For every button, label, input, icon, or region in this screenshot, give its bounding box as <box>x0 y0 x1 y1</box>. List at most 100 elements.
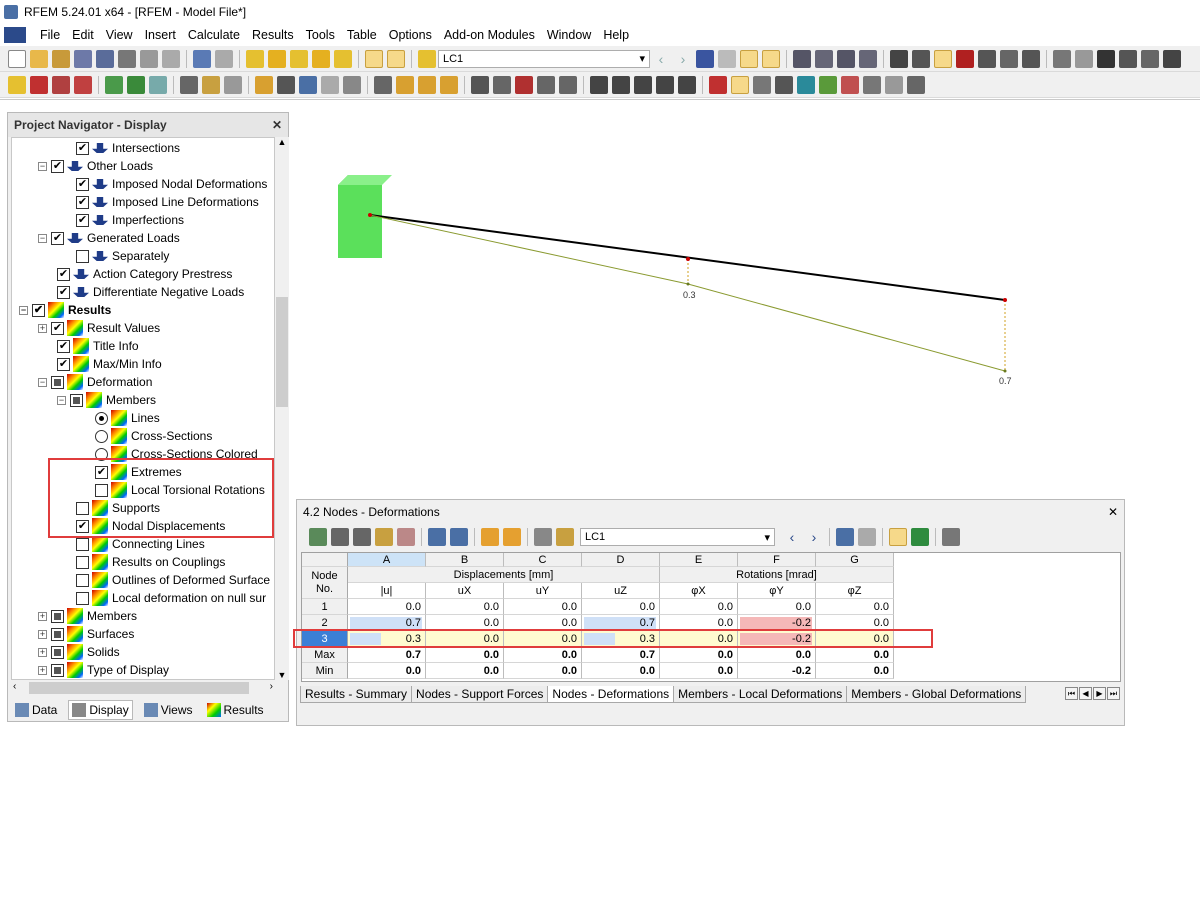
tree-item-deformation-members[interactable]: − Members <box>57 391 156 409</box>
node-icon[interactable] <box>1053 49 1071 68</box>
node-2[interactable] <box>1003 298 1007 302</box>
table-export-icon[interactable] <box>374 75 392 94</box>
expand-icon[interactable]: + <box>38 665 47 675</box>
checkbox[interactable] <box>51 627 64 641</box>
rotate-icon[interactable] <box>1163 49 1181 68</box>
zoom-previous-icon[interactable] <box>515 75 533 94</box>
menu-add-on-modules[interactable]: Add-on Modules <box>438 28 541 42</box>
table-view-icon[interactable] <box>836 528 854 546</box>
new-node-icon[interactable] <box>8 75 26 94</box>
cell-phix[interactable]: 0.0 <box>660 647 738 663</box>
checkbox[interactable]: ✔ <box>51 159 64 173</box>
tab-results[interactable]: Results <box>204 701 267 719</box>
cell-uy[interactable]: 0.0 <box>504 663 582 679</box>
table-color-scale-icon[interactable] <box>889 528 907 546</box>
checkbox[interactable]: ✔ <box>57 339 70 353</box>
show-values-icon[interactable] <box>718 49 736 68</box>
tree-item-max-min-info[interactable]: ✔ Max/Min Info <box>57 355 162 373</box>
support-reactions-icon[interactable] <box>837 49 855 68</box>
result-values-icon[interactable] <box>762 49 780 68</box>
open-example-icon[interactable] <box>52 49 70 68</box>
menu-results[interactable]: Results <box>246 28 300 42</box>
view-iso-icon[interactable] <box>255 75 273 94</box>
cell-phix[interactable]: 0.0 <box>660 663 738 679</box>
new-line-icon[interactable] <box>30 75 48 94</box>
first-tab-icon[interactable]: ⏮ <box>1065 687 1078 700</box>
column-letter[interactable]: G <box>816 553 894 567</box>
collapse-icon[interactable]: − <box>57 395 66 405</box>
previous-tab-icon[interactable]: ◀ <box>1079 687 1092 700</box>
tree-item-result-values[interactable]: + ✔ Result Values <box>38 319 160 337</box>
layout-icon[interactable] <box>863 75 881 94</box>
redo-icon[interactable] <box>215 49 233 68</box>
cell-phiy[interactable]: 0.0 <box>738 647 816 663</box>
tree-item-intersections[interactable]: ✔ Intersections <box>76 139 180 157</box>
column-letter[interactable]: B <box>426 553 504 567</box>
measure-icon[interactable] <box>1022 49 1040 68</box>
tree-item-members[interactable]: + Members <box>38 607 137 625</box>
grid-icon[interactable] <box>890 49 908 68</box>
zoom-window-icon[interactable] <box>493 75 511 94</box>
expand-icon[interactable]: + <box>38 647 47 657</box>
column-letter[interactable]: C <box>504 553 582 567</box>
menu-insert[interactable]: Insert <box>139 28 182 42</box>
menu-options[interactable]: Options <box>383 28 438 42</box>
tree-item-differentiate-negative-loads[interactable]: ✔ Differentiate Negative Loads <box>57 283 244 301</box>
dimension-icon[interactable] <box>978 49 996 68</box>
table-settings-icon[interactable] <box>534 528 552 546</box>
checkbox[interactable]: ✔ <box>76 195 89 209</box>
copy-icon[interactable] <box>1119 49 1137 68</box>
line-icon[interactable] <box>1075 49 1093 68</box>
expand-icon[interactable]: + <box>38 323 47 333</box>
cell-phiy[interactable]: -0.2 <box>738 663 816 679</box>
member-section-icon[interactable] <box>775 75 793 94</box>
generate-loads-icon[interactable] <box>224 75 242 94</box>
view-render-icon[interactable] <box>321 75 339 94</box>
table-export-icon[interactable] <box>450 528 468 546</box>
table-import-icon[interactable] <box>428 528 446 546</box>
radio-button[interactable] <box>95 429 108 443</box>
cell-ux[interactable]: 0.0 <box>426 599 504 615</box>
load-case-icon[interactable] <box>418 49 436 68</box>
cell-uy[interactable]: 0.0 <box>504 599 582 615</box>
cell-phix[interactable]: 0.0 <box>660 599 738 615</box>
table-filter-icon[interactable] <box>375 528 393 546</box>
save-icon[interactable] <box>96 49 114 68</box>
table-redo-icon[interactable] <box>503 528 521 546</box>
scroll-thumb[interactable] <box>29 682 249 694</box>
tree-item-cross-sections[interactable]: Cross-Sections <box>95 427 212 445</box>
tree-item-solids[interactable]: + Solids <box>38 643 120 661</box>
checkbox[interactable] <box>51 663 64 677</box>
tree-item-imposed-nodal-deformations[interactable]: ✔ Imposed Nodal Deformations <box>76 175 267 193</box>
checkbox[interactable] <box>76 537 89 551</box>
tab-members-local-deformations[interactable]: Members - Local Deformations <box>673 686 848 703</box>
solid-model-icon[interactable] <box>559 75 577 94</box>
tab-views[interactable]: Views <box>141 701 196 719</box>
navigator-toggle-icon[interactable] <box>365 49 383 68</box>
close-icon[interactable]: ✕ <box>272 118 282 132</box>
cell-uz[interactable]: 0.0 <box>582 663 660 679</box>
tree-item-separately[interactable]: Separately <box>76 247 169 265</box>
tree-item-results[interactable]: − ✔ Results <box>19 301 111 319</box>
view-minus-y-icon[interactable] <box>656 75 674 94</box>
tab-nodes-deformations[interactable]: Nodes - Deformations <box>547 686 675 703</box>
tree-item-imperfections[interactable]: ✔ Imperfections <box>76 211 184 229</box>
tab-results-summary[interactable]: Results - Summary <box>300 686 413 703</box>
workplane-icon[interactable] <box>934 49 952 68</box>
checkbox[interactable] <box>76 249 89 263</box>
new-support-icon[interactable] <box>105 75 123 94</box>
show-results-icon[interactable] <box>740 49 758 68</box>
table-undo-icon[interactable] <box>481 528 499 546</box>
tab-members-global-deformations[interactable]: Members - Global Deformations <box>846 686 1027 703</box>
scroll-thumb[interactable] <box>276 297 288 407</box>
view-y-icon[interactable] <box>612 75 630 94</box>
table-color-icon[interactable] <box>556 528 574 546</box>
checkbox[interactable]: ✔ <box>51 231 64 245</box>
menu-table[interactable]: Table <box>341 28 383 42</box>
table-row-max[interactable]: Max 0.7 0.0 0.0 0.7 0.0 0.0 0.0 <box>302 647 894 663</box>
checkbox[interactable] <box>76 555 89 569</box>
table-delete-row-icon[interactable] <box>353 528 371 546</box>
tree-item-results-on-couplings[interactable]: Results on Couplings <box>76 553 225 571</box>
cell-uz[interactable]: 0.0 <box>582 599 660 615</box>
radio-button[interactable] <box>95 411 108 425</box>
